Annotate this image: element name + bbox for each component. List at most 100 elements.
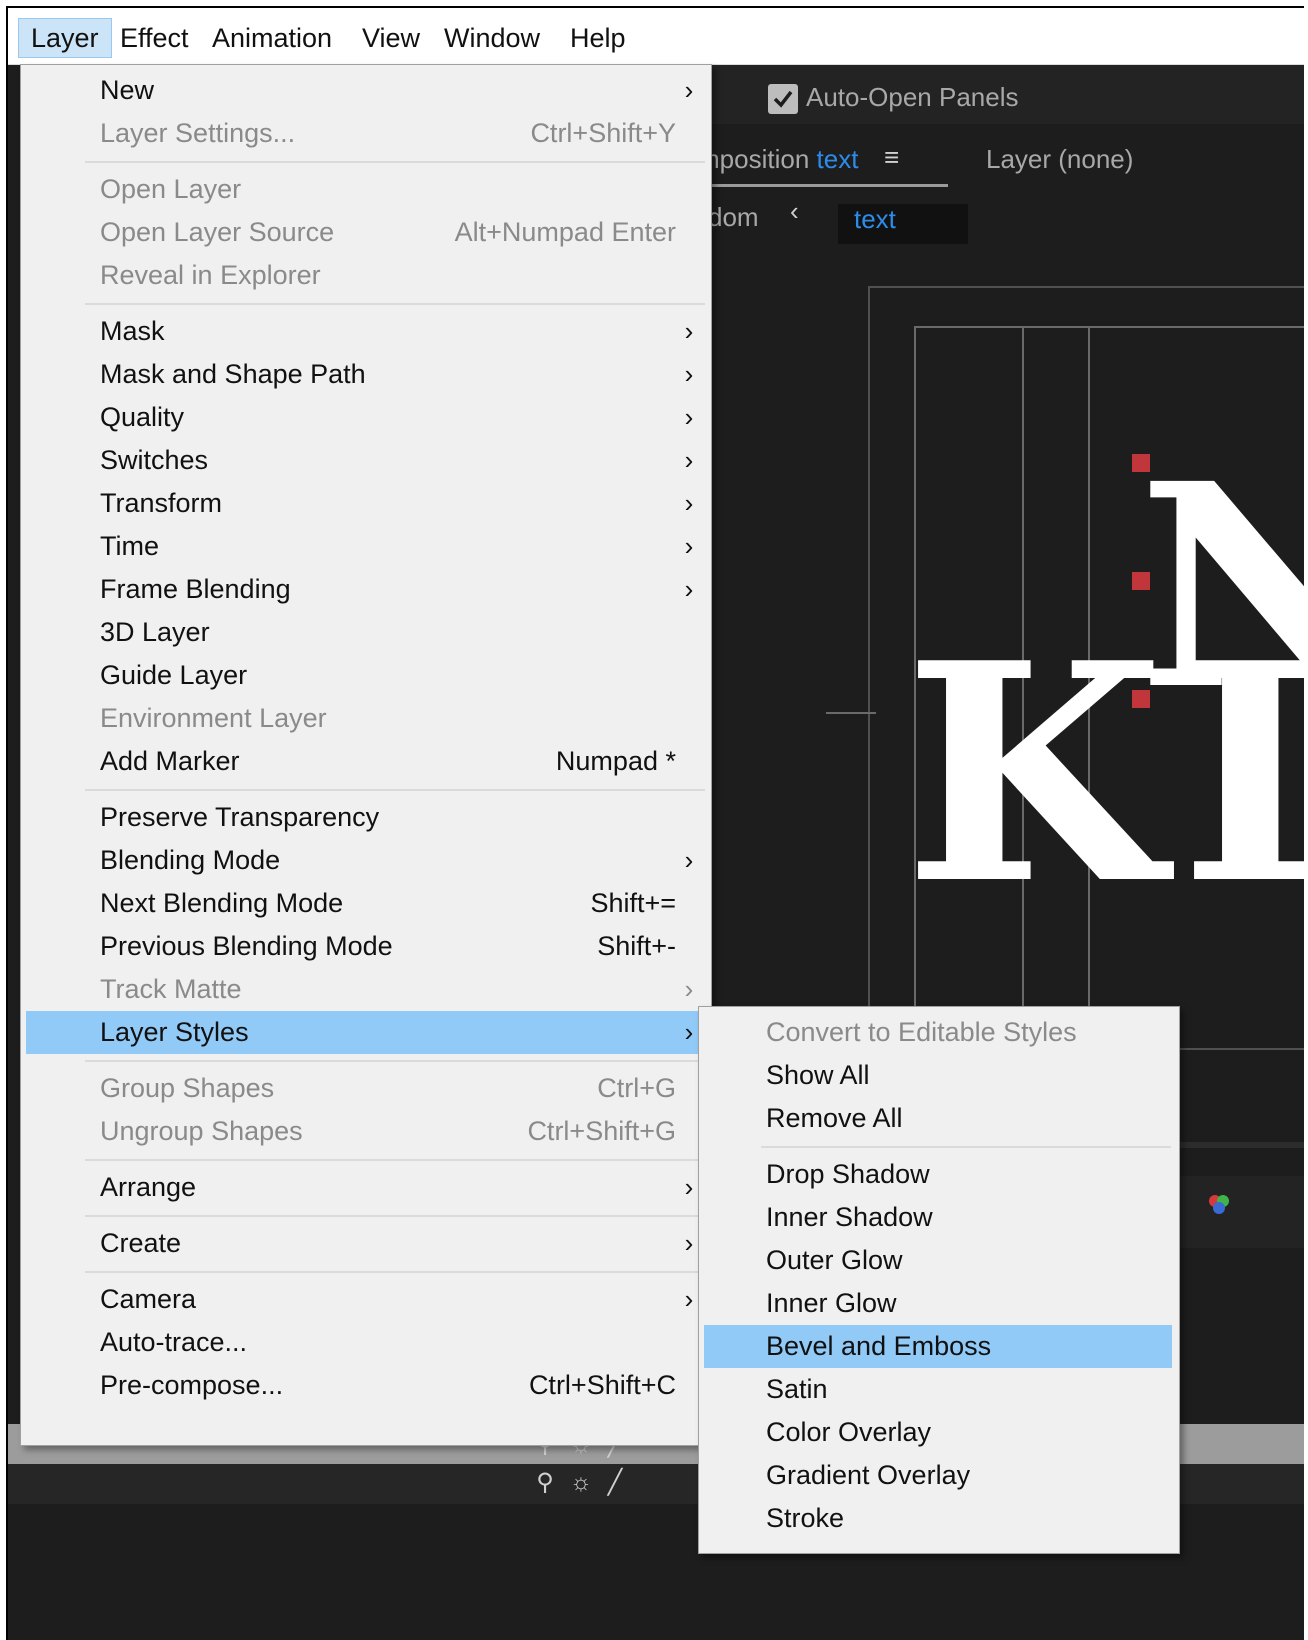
menu-item-label: Ungroup Shapes (100, 1116, 303, 1146)
menu-item-label: 3D Layer (100, 617, 210, 647)
menu-item-label: Guide Layer (100, 660, 248, 690)
menu-item-inner-glow[interactable]: Inner Glow (704, 1282, 1172, 1325)
menu-separator (85, 1159, 705, 1161)
transform-handle[interactable] (1132, 690, 1150, 708)
menu-item-label: Preserve Transparency (100, 802, 380, 832)
menu-item-previous-blending-mode[interactable]: Previous Blending Mode Shift+- (26, 925, 706, 968)
menu-item-label: Previous Blending Mode (100, 931, 393, 961)
chevron-right-icon: › (684, 574, 694, 604)
menu-item-auto-trace[interactable]: Auto-trace... (26, 1321, 706, 1364)
shy-switch-icon[interactable]: ⚲ (528, 1466, 562, 1500)
slash-switch-icon[interactable]: ╱ (598, 1466, 632, 1500)
menu-layer[interactable]: Layer (18, 18, 112, 58)
menu-view[interactable]: View (350, 18, 432, 58)
menu-item-gradient-overlay[interactable]: Gradient Overlay (704, 1454, 1172, 1497)
menu-item-environment-layer[interactable]: Environment Layer (26, 697, 706, 740)
menu-item-mask-and-shape-path[interactable]: Mask and Shape Path › (26, 353, 706, 396)
menu-item-label: Open Layer (100, 174, 242, 204)
sun-switch-icon[interactable]: ☼ (564, 1466, 598, 1500)
checkmark-icon (773, 90, 793, 108)
menu-item-switches[interactable]: Switches › (26, 439, 706, 482)
comp-tab-label[interactable]: mposition text (698, 144, 858, 175)
menu-item-drop-shadow[interactable]: Drop Shadow (704, 1153, 1172, 1196)
menu-item-layer-styles[interactable]: Layer Styles › (26, 1011, 706, 1054)
menu-item-label: Create (100, 1228, 182, 1258)
menu-item-remove-all[interactable]: Remove All (704, 1097, 1172, 1140)
menu-window[interactable]: Window (432, 18, 552, 58)
menu-item-bevel-and-emboss[interactable]: Bevel and Emboss (704, 1325, 1172, 1368)
menu-separator (85, 303, 705, 305)
menu-item-next-blending-mode[interactable]: Next Blending Mode Shift+= (26, 882, 706, 925)
menu-item-mask[interactable]: Mask › (26, 310, 706, 353)
menu-item-blending-mode[interactable]: Blending Mode › (26, 839, 706, 882)
menu-item-shortcut: Alt+Numpad Enter (454, 217, 676, 247)
menu-item-camera[interactable]: Camera › (26, 1278, 706, 1321)
menu-item-label: Blending Mode (100, 845, 281, 875)
menu-item-open-layer-source[interactable]: Open Layer Source Alt+Numpad Enter (26, 211, 706, 254)
menu-item-label: Satin (766, 1374, 828, 1404)
guide-line (826, 712, 876, 714)
menu-item-shortcut: Ctrl+G (597, 1073, 676, 1103)
menu-item-shortcut: Shift+- (597, 931, 676, 961)
menu-item-label: Bevel and Emboss (766, 1331, 992, 1361)
menu-item-stroke[interactable]: Stroke (704, 1497, 1172, 1540)
auto-open-panels-checkbox[interactable] (768, 84, 798, 114)
menu-item-convert-to-editable-styles[interactable]: Convert to Editable Styles (704, 1011, 1172, 1054)
layer-tab[interactable]: Layer (none) (986, 144, 1133, 175)
menu-item-track-matte[interactable]: Track Matte › (26, 968, 706, 1011)
menu-item-label: Frame Blending (100, 574, 291, 604)
menu-item-show-all[interactable]: Show All (704, 1054, 1172, 1097)
breadcrumb-prev[interactable]: dom (708, 202, 759, 233)
menu-item-label: Open Layer Source (100, 217, 335, 247)
menu-item-satin[interactable]: Satin (704, 1368, 1172, 1411)
transform-handle[interactable] (1132, 572, 1150, 590)
menu-item-preserve-transparency[interactable]: Preserve Transparency (26, 796, 706, 839)
menu-item-new[interactable]: New › (26, 69, 706, 112)
comp-tab-prefix: mposition (698, 144, 810, 174)
text-glyph-i: I (1180, 624, 1304, 924)
menu-item-frame-blending[interactable]: Frame Blending › (26, 568, 706, 611)
menu-item-guide-layer[interactable]: Guide Layer (26, 654, 706, 697)
chevron-left-icon[interactable]: ‹ (790, 196, 799, 227)
menu-item-quality[interactable]: Quality › (26, 396, 706, 439)
menu-item-3d-layer[interactable]: 3D Layer (26, 611, 706, 654)
menu-item-label: New (100, 75, 155, 105)
menu-item-reveal-in-explorer[interactable]: Reveal in Explorer (26, 254, 706, 297)
menu-item-ungroup-shapes[interactable]: Ungroup Shapes Ctrl+Shift+G (26, 1110, 706, 1153)
menu-help[interactable]: Help (558, 18, 638, 58)
menu-item-label: Reveal in Explorer (100, 260, 321, 290)
menu-item-add-marker[interactable]: Add Marker Numpad * (26, 740, 706, 783)
menu-item-outer-glow[interactable]: Outer Glow (704, 1239, 1172, 1282)
menu-item-label: Gradient Overlay (766, 1460, 971, 1490)
menu-item-time[interactable]: Time › (26, 525, 706, 568)
menu-separator (85, 789, 705, 791)
menu-item-arrange[interactable]: Arrange › (26, 1166, 706, 1209)
menu-effect[interactable]: Effect (108, 18, 201, 58)
menu-item-shortcut: Ctrl+Shift+Y (530, 118, 676, 148)
menu-item-label: Switches (100, 445, 209, 475)
chevron-right-icon: › (684, 974, 694, 1004)
menu-item-inner-shadow[interactable]: Inner Shadow (704, 1196, 1172, 1239)
menu-item-group-shapes[interactable]: Group Shapes Ctrl+G (26, 1067, 706, 1110)
menu-item-label: Inner Shadow (766, 1202, 933, 1232)
menu-separator (85, 1215, 705, 1217)
menu-item-open-layer[interactable]: Open Layer (26, 168, 706, 211)
menu-separator (85, 161, 705, 163)
chevron-right-icon: › (684, 359, 694, 389)
breadcrumb-current-label: text (854, 204, 896, 234)
transform-handle[interactable] (1132, 454, 1150, 472)
guide-line (914, 326, 1304, 328)
chevron-right-icon: › (684, 488, 694, 518)
color-channels-icon[interactable] (1204, 1190, 1234, 1220)
menu-separator (85, 1060, 705, 1062)
menu-item-label: Transform (100, 488, 223, 518)
menu-item-create[interactable]: Create › (26, 1222, 706, 1265)
menu-item-color-overlay[interactable]: Color Overlay (704, 1411, 1172, 1454)
hamburger-menu-icon[interactable]: ≡ (884, 142, 899, 173)
menu-animation[interactable]: Animation (200, 18, 344, 58)
menu-item-layer-settings[interactable]: Layer Settings... Ctrl+Shift+Y (26, 112, 706, 155)
menu-item-transform[interactable]: Transform › (26, 482, 706, 525)
menu-item-pre-compose[interactable]: Pre-compose... Ctrl+Shift+C (26, 1364, 706, 1407)
menu-item-label: Mask (100, 316, 165, 346)
menu-item-label: Inner Glow (766, 1288, 897, 1318)
